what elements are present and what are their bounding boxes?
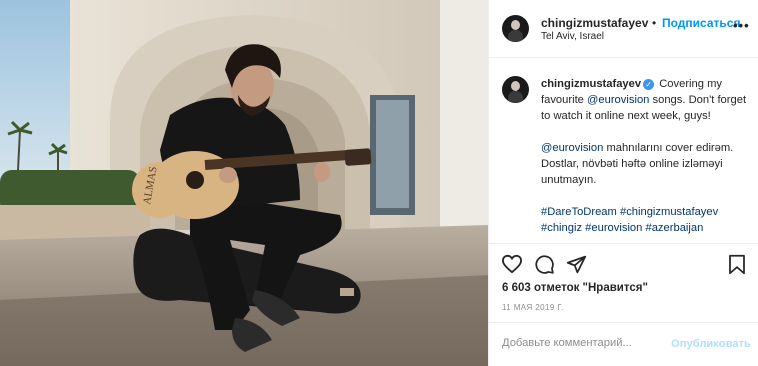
verified-badge-icon: ✓	[643, 79, 655, 90]
caption-username-link[interactable]: chingizmustafayev	[541, 78, 641, 90]
follow-button[interactable]: Подписаться	[662, 16, 740, 30]
bookmark-icon[interactable]	[728, 254, 746, 275]
post-header: chingizmustafayev • Подписаться Tel Aviv…	[489, 0, 758, 58]
comment-icon[interactable]	[534, 254, 555, 275]
hashtag-link[interactable]: #eurovision	[585, 222, 642, 234]
hashtag-link[interactable]: #chingiz	[541, 222, 582, 234]
share-icon[interactable]	[566, 254, 587, 275]
caption-text: chingizmustafayev ✓ Covering my favourite…	[541, 76, 751, 236]
avatar[interactable]	[502, 15, 529, 42]
hashtag-link[interactable]: #azerbaijan	[645, 222, 703, 234]
heart-icon[interactable]	[501, 254, 523, 274]
location-link[interactable]: Tel Aviv, Israel	[541, 31, 604, 42]
likes-count[interactable]: 6 603 отметок "Нравится"	[502, 282, 648, 294]
hashtag-list: #DareToDream #chingizmustafayev #chingiz…	[541, 204, 751, 236]
hashtag-link[interactable]: #chingizmustafayev	[620, 206, 718, 218]
post-side-panel: chingizmustafayev • Подписаться Tel Aviv…	[488, 0, 758, 366]
mention-link-eurovision[interactable]: @eurovision	[587, 94, 649, 106]
hashtag-link[interactable]: #DareToDream	[541, 206, 617, 218]
guitarist-photo: ALMAS	[0, 0, 488, 366]
mention-link-eurovision[interactable]: @eurovision	[541, 142, 603, 154]
separator-dot: •	[652, 16, 657, 30]
instagram-post: ALMAS chingizmustafayev • Подписаться Te…	[0, 0, 758, 366]
caption-paragraph-az: @eurovision mahnılarını cover edirəm. Do…	[541, 140, 751, 188]
publish-button[interactable]: Опубликовать	[671, 338, 751, 350]
action-bar: 6 603 отметок "Нравится" 11 МАЯ 2019 Г. …	[489, 243, 758, 365]
caption-avatar[interactable]	[502, 76, 529, 103]
post-photo[interactable]: ALMAS	[0, 0, 488, 366]
more-options-icon[interactable]: •••	[733, 18, 750, 33]
comment-input[interactable]	[502, 337, 672, 349]
comment-row: Опубликовать	[489, 322, 758, 366]
post-date[interactable]: 11 МАЯ 2019 Г.	[502, 303, 564, 312]
header-username-link[interactable]: chingizmustafayev	[541, 16, 648, 30]
